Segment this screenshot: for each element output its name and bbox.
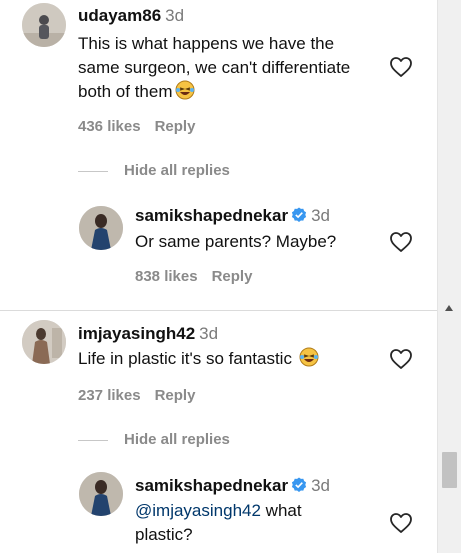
like-count[interactable]: 237 likes	[78, 387, 141, 404]
reply-button[interactable]: Reply	[155, 387, 196, 404]
heart-outline-icon[interactable]	[389, 512, 413, 534]
laughing-emoji-icon	[175, 80, 195, 107]
comment-text-content: This is what happens we have the same su…	[78, 34, 351, 101]
reply-text: Or same parents? Maybe?	[135, 232, 337, 251]
reply-button[interactable]: Reply	[212, 268, 253, 285]
heart-outline-icon[interactable]	[389, 231, 413, 253]
verified-badge-icon	[291, 207, 307, 228]
hide-replies-button[interactable]: Hide all replies	[124, 162, 230, 179]
comment-meta: 237 likes Reply	[78, 387, 209, 404]
comment-text-content: Life in plastic it's so fantastic	[78, 349, 292, 368]
comment-text: This is what happens we have the same su…	[78, 32, 378, 107]
reply-text-content: what	[260, 501, 302, 520]
reply-time: 3d	[311, 476, 331, 495]
reply-meta: 838 likes Reply	[135, 268, 266, 285]
comment-username[interactable]: imjayasingh42	[78, 324, 195, 343]
hide-replies-button[interactable]: Hide all replies	[124, 431, 230, 448]
heart-outline-icon[interactable]	[389, 348, 413, 370]
reply-samikshapednekar-1: samikshapednekar 3d Or same parents? Mayb…	[0, 195, 438, 295]
like-count[interactable]: 838 likes	[135, 268, 198, 285]
comment-time: 3d	[199, 324, 219, 343]
mention-link[interactable]: @imjayasingh42	[135, 501, 261, 520]
scroll-up-arrow-icon[interactable]	[445, 305, 453, 311]
vertical-scrollbar[interactable]	[437, 0, 461, 553]
replies-divider-line	[78, 440, 108, 441]
reply-time: 3d	[311, 206, 331, 225]
scrollbar-thumb[interactable]	[442, 452, 457, 488]
reply-text-line2: plastic?	[135, 525, 193, 544]
verified-badge-icon	[291, 477, 307, 498]
like-count[interactable]: 436 likes	[78, 118, 141, 135]
reply-samikshapednekar-2: samikshapednekar 3d @imjayasingh42 what p…	[0, 465, 438, 553]
avatar[interactable]	[22, 320, 66, 364]
comment-imjayasingh42: imjayasingh42 3d Life in plastic it's so …	[0, 318, 438, 418]
replies-divider-line	[78, 171, 108, 172]
reply-username[interactable]: samikshapednekar	[135, 476, 288, 495]
laughing-emoji-icon	[299, 347, 319, 374]
avatar[interactable]	[79, 206, 123, 250]
avatar[interactable]	[79, 472, 123, 516]
reply-button[interactable]: Reply	[155, 118, 196, 135]
comment-username[interactable]: udayam86	[78, 6, 161, 25]
avatar[interactable]	[22, 3, 66, 47]
comment-time: 3d	[165, 6, 185, 25]
reply-username[interactable]: samikshapednekar	[135, 206, 288, 225]
comment-meta: 436 likes Reply	[78, 118, 209, 135]
comment-udayam86: udayam86 3d This is what happens we have …	[0, 0, 438, 150]
comment-text: Life in plastic it's so fantastic	[78, 347, 319, 374]
reply-text: @imjayasingh42 what plastic?	[135, 499, 375, 547]
comment-divider	[0, 310, 438, 311]
heart-outline-icon[interactable]	[389, 56, 413, 78]
